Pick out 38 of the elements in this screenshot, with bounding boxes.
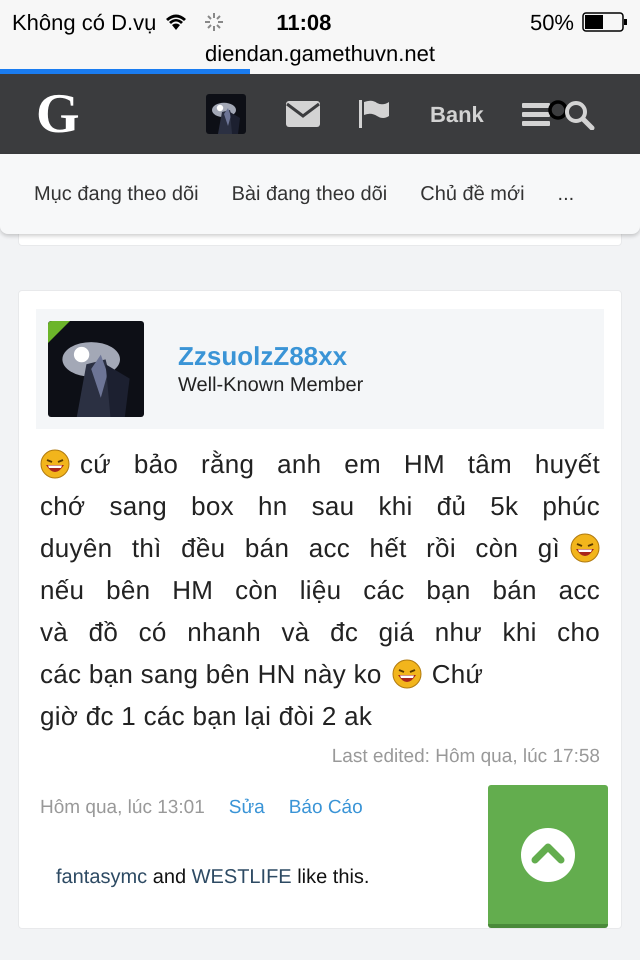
user-avatar[interactable]: [206, 94, 246, 134]
laughing-emoji-icon: [392, 659, 422, 689]
wifi-icon: [164, 13, 188, 31]
menu-icon[interactable]: [522, 102, 550, 126]
post-text: giờ đc 1 các bạn lại đòi 2 ak: [40, 700, 372, 733]
post-text: các bạn sang bên HN này ko: [40, 658, 382, 691]
liker-link[interactable]: fantasymc: [56, 866, 148, 888]
flag-icon[interactable]: [358, 99, 390, 129]
time-text: 11:08: [276, 8, 332, 36]
sub-nav-link[interactable]: ...: [558, 179, 574, 209]
liker-link[interactable]: WESTLIFE: [192, 866, 292, 888]
post-text: chớ sang box hn sau khi đủ 5k phúc: [40, 490, 600, 523]
carrier-text: Không có D.vụ: [12, 8, 156, 37]
sub-nav-link[interactable]: Chủ đề mới: [420, 179, 525, 209]
site-logo[interactable]: G: [36, 72, 96, 156]
likes-text: and: [152, 866, 188, 888]
loading-spinner-icon: [204, 12, 224, 32]
post-text: Chứ: [432, 658, 484, 691]
battery-icon: [582, 12, 628, 32]
envelope-icon[interactable]: [286, 101, 320, 127]
user-title: Well-Known Member: [178, 373, 364, 398]
last-edited-text: Last edited: Hôm qua, lúc 17:58: [332, 745, 600, 769]
search-icon[interactable]: [548, 98, 596, 130]
post-text: cứ bảo rằng anh em HM tâm huyết: [80, 448, 600, 481]
battery-percent-text: 50%: [530, 8, 574, 36]
sub-nav-link[interactable]: Mục đang theo dõi: [34, 179, 199, 209]
bank-link[interactable]: Bank: [430, 98, 484, 130]
post-text: duyên thì đều bán acc hết rồi còn gì: [40, 532, 560, 565]
post-text: và đồ có nhanh và đc giá như khi cho: [40, 616, 600, 649]
scroll-to-top-button[interactable]: [488, 785, 608, 928]
post-text: nếu bên HM còn liệu các bạn bán acc: [40, 574, 600, 607]
url-text[interactable]: diendan.gamethuvn.net: [0, 44, 640, 64]
post-date: Hôm qua, lúc 13:01: [40, 796, 205, 820]
sub-nav-link[interactable]: Bài đang theo dõi: [232, 179, 388, 209]
likes-text: like this.: [296, 866, 370, 888]
laughing-emoji-icon: [570, 533, 600, 563]
laughing-emoji-icon: [40, 449, 70, 479]
up-chevron-icon: [520, 826, 576, 882]
